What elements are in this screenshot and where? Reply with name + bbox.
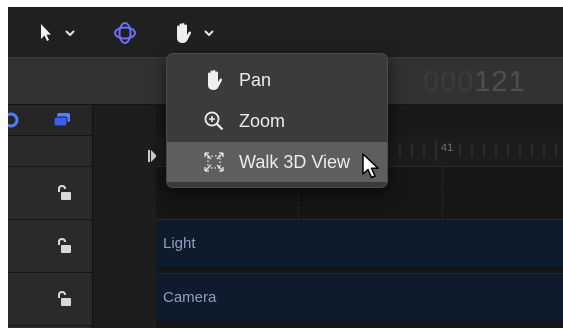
unlock-icon[interactable]: [56, 237, 72, 255]
hand-tool-menu: Pan Zoom Walk 3D View: [166, 53, 388, 188]
orbit-3d-tool-button[interactable]: [112, 20, 138, 46]
timecode-value: 121: [474, 66, 526, 98]
layers-header: [8, 105, 92, 136]
menu-item-zoom[interactable]: Zoom: [167, 101, 387, 141]
hand-icon: [177, 23, 191, 43]
unlock-icon[interactable]: [56, 184, 72, 202]
unlock-icon[interactable]: [56, 290, 72, 308]
canvas-toolbar: [8, 7, 563, 57]
guide-line: [442, 167, 443, 219]
layers-icon[interactable]: [52, 112, 72, 128]
arrow-pointer-icon: [41, 24, 51, 41]
menu-item-label: Zoom: [239, 111, 286, 131]
menu-item-pan[interactable]: Pan: [167, 60, 387, 100]
timeline-clip-camera[interactable]: Camera: [156, 273, 563, 322]
chevron-down-icon: [65, 30, 75, 37]
layers-spacer-row: [8, 136, 92, 167]
timecode-display[interactable]: 000121: [423, 58, 526, 106]
motion-app-window: 000121 41 Light Camera Pan Zoom Walk 3D …: [8, 7, 563, 328]
chevron-down-icon: [204, 30, 214, 37]
layer-row: [8, 273, 92, 326]
menu-item-label: Pan: [239, 70, 272, 90]
hand-icon: [208, 70, 222, 90]
mouse-cursor-icon: [362, 153, 379, 179]
layer-row: [8, 220, 92, 273]
timeline-clip-light[interactable]: Light: [156, 219, 563, 268]
menu-item-label: Walk 3D View: [239, 152, 351, 172]
ruler-frame-label: 41: [441, 142, 454, 154]
walk-3d-icon: [204, 152, 224, 172]
clip-label: Camera: [163, 289, 217, 306]
timeline-gutter: [92, 105, 157, 328]
hand-tool-button[interactable]: [173, 20, 215, 46]
orbit-3d-icon: [114, 22, 136, 44]
select-tool-button[interactable]: [38, 20, 76, 46]
gear-icon[interactable]: [8, 111, 20, 129]
menu-item-walk-3d-view[interactable]: Walk 3D View: [167, 142, 387, 182]
layer-row: [8, 167, 92, 220]
clip-label: Light: [163, 235, 196, 252]
timeline-tracks: Light Camera: [156, 167, 563, 328]
layers-column: [8, 105, 92, 328]
zoom-icon: [204, 111, 224, 131]
timecode-prefix: 000: [423, 66, 475, 98]
